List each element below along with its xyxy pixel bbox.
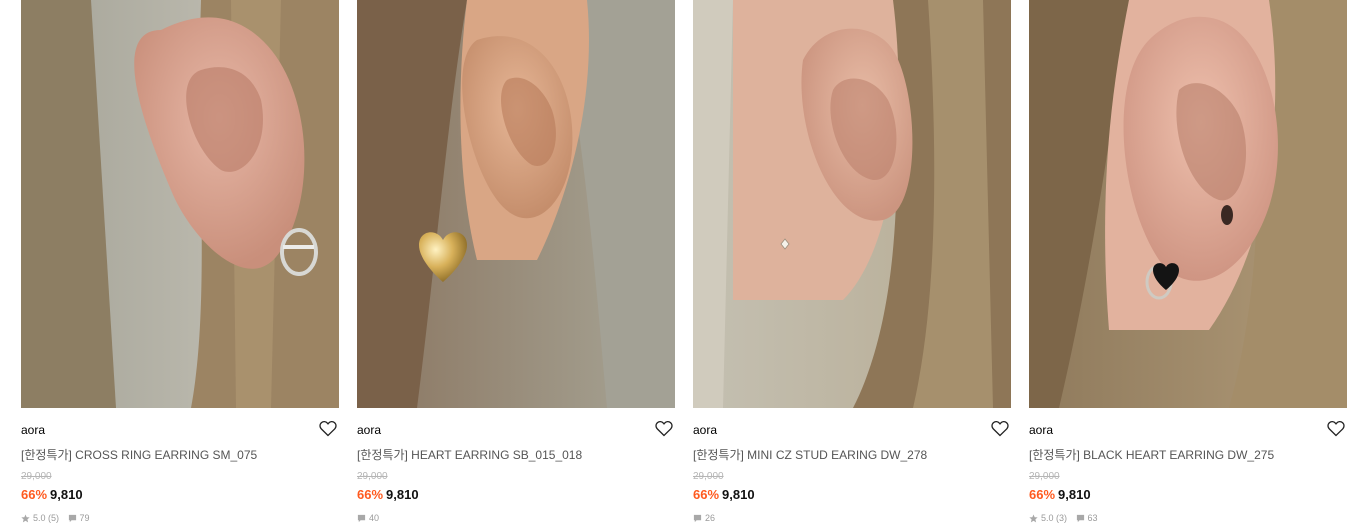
brand-name[interactable]: aora	[357, 423, 381, 437]
original-price: 29,000	[357, 471, 388, 482]
sale-price: 9,810	[386, 487, 419, 502]
review-bubble-icon	[357, 514, 366, 523]
heart-outline-icon[interactable]	[655, 420, 673, 437]
review-bubble-icon	[693, 514, 702, 523]
product-image[interactable]	[693, 0, 1011, 408]
sale-price: 9,810	[1058, 487, 1091, 502]
product-stats: 5.0 (3) 63	[1029, 513, 1104, 525]
product-name[interactable]: [한정특가] HEART EARRING SB_015_018	[357, 446, 667, 463]
heart-outline-icon[interactable]	[1327, 420, 1345, 437]
original-price: 29,000	[1029, 471, 1060, 482]
product-name[interactable]: [한정특가] MINI CZ STUD EARING DW_278	[693, 446, 1003, 463]
brand-name[interactable]: aora	[21, 423, 45, 437]
discount-rate: 66%	[357, 487, 384, 502]
sale-price: 9,810	[50, 487, 83, 502]
review-bubble-icon	[68, 514, 77, 523]
product-card[interactable]: aora [한정특가] CROSS RING EARRING SM_075 29…	[21, 0, 339, 525]
product-card[interactable]: aora [한정특가] BLACK HEART EARRING DW_275 2…	[1029, 0, 1347, 525]
product-name[interactable]: [한정특가] BLACK HEART EARRING DW_275	[1029, 446, 1339, 463]
brand-name[interactable]: aora	[1029, 423, 1053, 437]
product-card[interactable]: aora [한정특가] HEART EARRING SB_015_018 29,…	[357, 0, 675, 525]
sale-price: 9,810	[722, 487, 755, 502]
discount-rate: 66%	[1029, 487, 1056, 502]
product-grid: aora [한정특가] CROSS RING EARRING SM_075 29…	[0, 0, 1360, 525]
brand-name[interactable]: aora	[693, 423, 717, 437]
product-image[interactable]	[21, 0, 339, 408]
product-stats: 40	[357, 513, 385, 525]
heart-outline-icon[interactable]	[319, 420, 337, 437]
ear-photo-black-heart	[1029, 0, 1347, 408]
product-image[interactable]	[1029, 0, 1347, 408]
original-price: 29,000	[693, 471, 724, 482]
review-bubble-icon	[1076, 514, 1085, 523]
product-stats: 5.0 (5) 79	[21, 513, 96, 525]
ear-photo-mini-stud	[693, 0, 1011, 408]
product-card[interactable]: aora [한정특가] MINI CZ STUD EARING DW_278 2…	[693, 0, 1011, 525]
star-icon	[1029, 513, 1038, 523]
price-line: 66% 9,810	[1029, 487, 1091, 502]
heart-outline-icon[interactable]	[991, 420, 1009, 437]
product-stats: 26	[693, 513, 721, 525]
discount-rate: 66%	[21, 487, 48, 502]
product-image[interactable]	[357, 0, 675, 408]
price-line: 66% 9,810	[357, 487, 419, 502]
price-line: 66% 9,810	[21, 487, 83, 502]
original-price: 29,000	[21, 471, 52, 482]
ear-photo-silver-ring	[21, 0, 339, 408]
ear-photo-gold-heart	[357, 0, 675, 408]
price-line: 66% 9,810	[693, 487, 755, 502]
star-icon	[21, 513, 30, 523]
discount-rate: 66%	[693, 487, 720, 502]
product-name[interactable]: [한정특가] CROSS RING EARRING SM_075	[21, 446, 331, 463]
